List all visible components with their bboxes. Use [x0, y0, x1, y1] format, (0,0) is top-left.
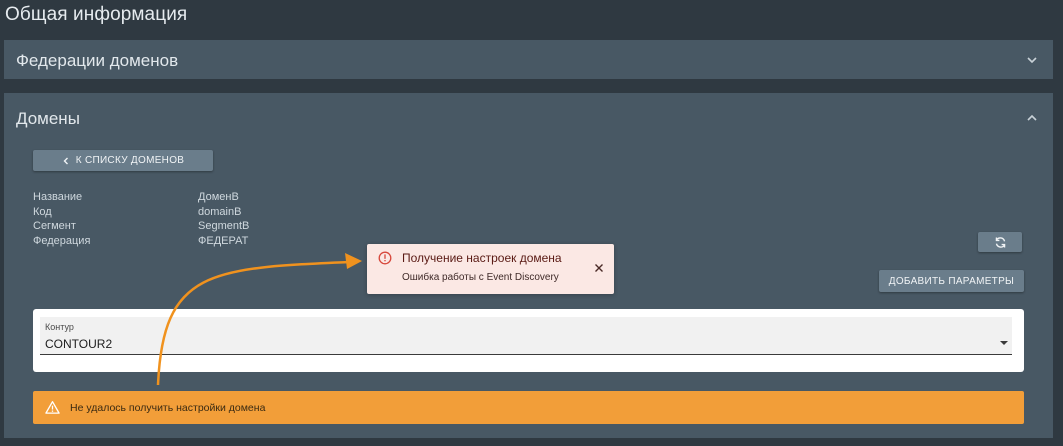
toast-message: Ошибка работы с Event Discovery [402, 272, 559, 283]
info-label: Сегмент [33, 220, 76, 232]
info-value: ФЕДЕРАТ [198, 234, 249, 247]
chevron-down-icon[interactable] [1025, 53, 1039, 67]
add-parameters-button[interactable]: ДОБАВИТЬ ПАРАМЕТРЫ [879, 270, 1024, 292]
warning-banner: Не удалось получить настройки домена [33, 391, 1024, 424]
error-toast: Получение настроек домена Ошибка работы … [367, 244, 614, 294]
back-button-label: К СПИСКУ ДОМЕНОВ [75, 155, 185, 166]
contour-card: Контур CONTOUR2 [33, 309, 1024, 372]
contour-select-label: Контур [45, 322, 74, 332]
info-label: Код [33, 205, 52, 218]
toast-title: Получение настроек домена [402, 251, 562, 265]
refresh-button[interactable] [978, 232, 1022, 252]
chevron-up-icon[interactable] [1025, 111, 1039, 125]
info-value: domainB [198, 205, 242, 218]
domain-info: Название ДоменB Код domainB Сегмент Segm… [33, 191, 333, 249]
back-to-domains-button[interactable]: К СПИСКУ ДОМЕНОВ [33, 150, 213, 171]
domains-panel-title[interactable]: Домены [16, 109, 80, 129]
page-title: Общая информация [5, 4, 188, 25]
info-value: ДоменB [198, 191, 239, 203]
info-row-code: Код domainB [33, 206, 333, 221]
info-row-segment: Сегмент SegmentB [33, 220, 333, 235]
info-row-name: Название ДоменB [33, 191, 333, 206]
federations-panel-title[interactable]: Федерации доменов [16, 51, 178, 71]
error-circle-icon [378, 251, 392, 265]
dropdown-arrow-icon[interactable] [1000, 341, 1008, 345]
warning-icon [45, 401, 60, 414]
refresh-icon [995, 236, 1005, 248]
contour-select-value[interactable]: CONTOUR2 [45, 337, 112, 351]
chevron-left-icon [63, 157, 68, 164]
federations-panel[interactable]: Федерации доменов [4, 40, 1053, 79]
warning-text: Не удалось получить настройки домена [70, 401, 266, 414]
close-icon[interactable] [593, 262, 605, 274]
contour-select[interactable]: Контур CONTOUR2 [40, 317, 1012, 355]
info-value: SegmentB [198, 220, 250, 232]
info-label: Федерация [33, 234, 91, 247]
info-row-federation: Федерация ФЕДЕРАТ [33, 235, 333, 250]
info-label: Название [33, 191, 83, 203]
